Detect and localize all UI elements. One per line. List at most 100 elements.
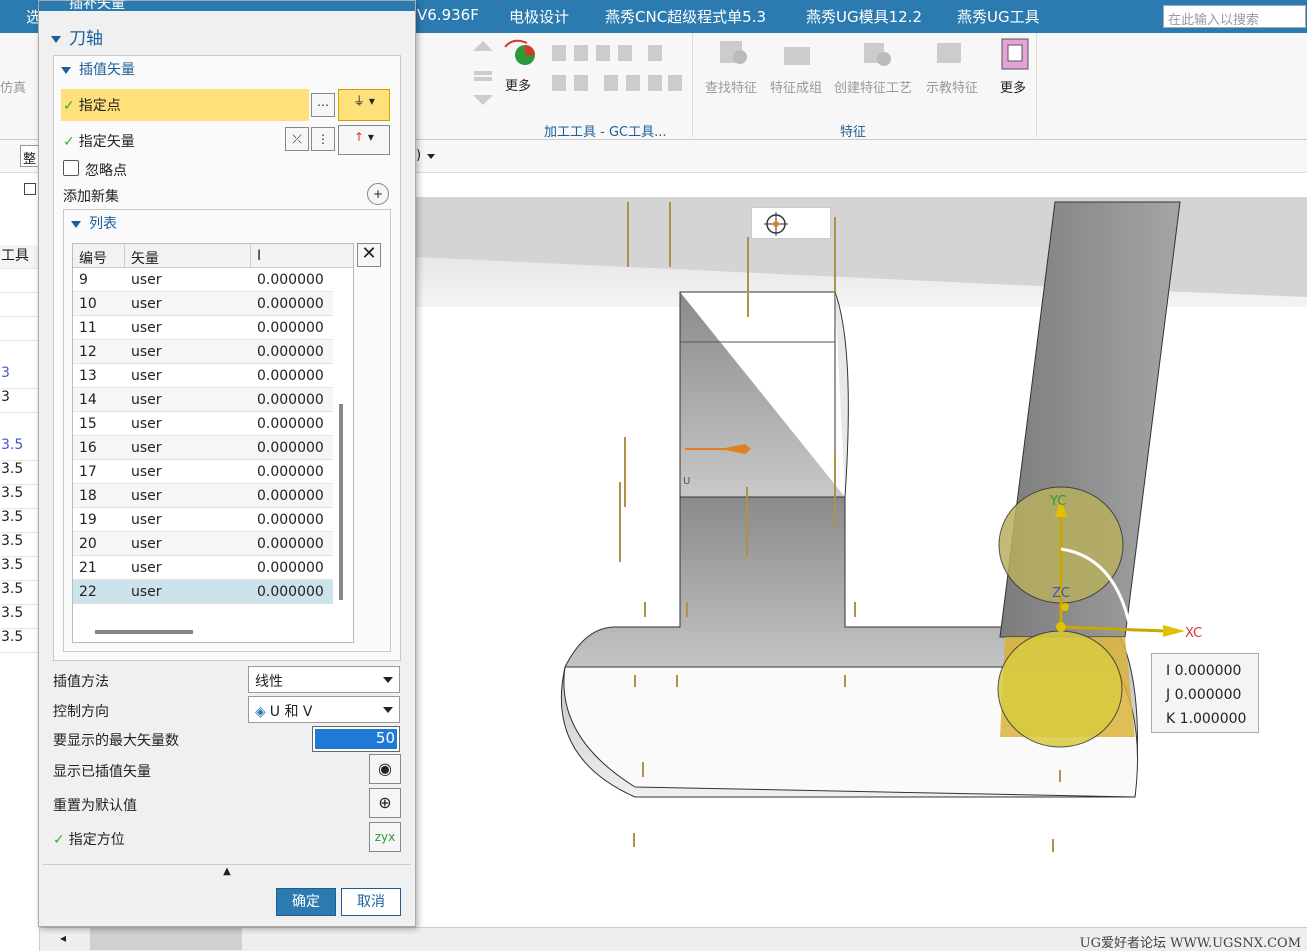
menu-item-cnc[interactable]: 燕秀CNC超级程式单5.3 [605, 6, 766, 27]
cell-no: 15 [79, 416, 97, 432]
table-row[interactable]: 11 user 0.000000 [73, 316, 333, 340]
max-vectors-input[interactable]: 50 [312, 726, 400, 752]
vertical-scrollbar[interactable] [339, 404, 343, 600]
collapse-icon [61, 66, 71, 74]
add-new-set-button[interactable]: + [367, 183, 389, 205]
table-row[interactable]: 12 user 0.000000 [73, 340, 333, 364]
point-type-dropdown[interactable]: ⏚ ▾ [338, 89, 390, 121]
control-dir-select[interactable]: ◈ U 和 V [248, 696, 400, 723]
find-feature-label[interactable]: 查找特征 [705, 77, 757, 96]
crosshair-icon[interactable] [762, 210, 790, 238]
ribbon-partial-label[interactable]: 仿真 [0, 77, 26, 96]
csys-icon[interactable]: zyx [369, 822, 401, 852]
chart-icon[interactable] [503, 37, 537, 69]
cell-vector: user [131, 488, 162, 504]
cell-vector: user [131, 296, 162, 312]
table-row[interactable]: 19 user 0.000000 [73, 508, 333, 532]
collapse-dialog-button[interactable]: ▲ [43, 864, 411, 878]
group-feature-label[interactable]: 特征成组 [770, 77, 822, 96]
section-interp[interactable]: 插值矢量 [61, 59, 135, 79]
search-input[interactable]: 在此输入以搜索 [1163, 5, 1306, 28]
navigator-row[interactable]: 3.5 [0, 557, 40, 581]
arrow-up-icon[interactable] [470, 39, 496, 69]
section-list[interactable]: 列表 [71, 213, 117, 233]
table-row[interactable]: 15 user 0.000000 [73, 412, 333, 436]
navigator-row[interactable]: 3.5 [0, 509, 40, 533]
table-row[interactable]: 9 user 0.000000 [73, 268, 333, 292]
navigator-row[interactable] [0, 317, 40, 341]
checkbox[interactable] [24, 183, 36, 195]
machining-tools-icons[interactable] [548, 43, 688, 103]
table-row[interactable]: 18 user 0.000000 [73, 484, 333, 508]
ijk-k: K 1.000000 [1166, 711, 1247, 727]
navigator-row[interactable]: 3.5 [0, 605, 40, 629]
feature-more-label[interactable]: 更多 [1000, 77, 1026, 96]
col-header-no[interactable]: 编号 [73, 244, 125, 268]
cell-i: 0.000000 [257, 344, 324, 360]
reset-icon[interactable]: ⊕ [369, 788, 401, 818]
table-row[interactable]: 21 user 0.000000 [73, 556, 333, 580]
navigator-row[interactable]: 3.5 [0, 533, 40, 557]
table-row[interactable]: 10 user 0.000000 [73, 292, 333, 316]
ignore-point-checkbox[interactable] [63, 160, 79, 176]
delete-list-button[interactable]: ✕ [357, 243, 381, 267]
navigator-row[interactable] [0, 293, 40, 317]
group-feature-icon[interactable] [782, 37, 814, 69]
navigator-row[interactable]: 3.5 [0, 461, 40, 485]
teach-feature-label[interactable]: 示教特征 [926, 77, 978, 96]
menu-item-mold[interactable]: 燕秀UG模具12.2 [806, 6, 922, 27]
section-tool-axis[interactable]: 刀轴 [51, 24, 103, 49]
table-row[interactable]: 22 user 0.000000 [73, 580, 333, 604]
table-row[interactable]: 16 user 0.000000 [73, 436, 333, 460]
create-process-label[interactable]: 创建特征工艺 [834, 77, 912, 96]
section-tool-axis-label: 刀轴 [69, 29, 103, 49]
navigator-row[interactable]: 3.5 [0, 581, 40, 605]
eye-icon[interactable]: ◉ [369, 754, 401, 784]
menu-item-electrode[interactable]: 电极设计 [509, 6, 569, 27]
navigator-row[interactable] [0, 269, 40, 293]
snap-toolbar[interactable] [751, 207, 831, 239]
table-row[interactable]: 14 user 0.000000 [73, 388, 333, 412]
model-view[interactable]: YC ZC XC U [415, 197, 1307, 927]
navigator-row[interactable]: 3.5 [0, 437, 40, 461]
col-header-vector[interactable]: 矢量 [125, 244, 251, 268]
add-new-set-label: 添加新集 [63, 189, 119, 205]
table-row[interactable]: 20 user 0.000000 [73, 532, 333, 556]
ok-button[interactable]: 确定 [276, 888, 336, 916]
vector-type-dropdown[interactable]: ↑ ▾ [338, 125, 390, 155]
menu-item-version[interactable]: V6.936F [417, 6, 479, 24]
find-feature-icon[interactable] [718, 37, 750, 69]
navigator-header: 工具 [0, 245, 40, 269]
navigator-row[interactable]: 3.5 [0, 629, 40, 653]
navigator-row[interactable]: 3 [0, 365, 40, 389]
specify-vector-text: 指定矢量 [78, 134, 135, 150]
table-row[interactable]: 13 user 0.000000 [73, 364, 333, 388]
navigator-row[interactable]: 3.5 [0, 485, 40, 509]
teach-feature-icon[interactable] [935, 37, 967, 69]
check-icon: ✓ [63, 98, 75, 114]
navigator-row[interactable]: 3 [0, 389, 40, 413]
chevron-down-icon[interactable] [427, 154, 435, 159]
scroll-segment[interactable] [90, 928, 242, 950]
chevron-down-icon [383, 677, 393, 683]
interp-method-select[interactable]: 线性 [248, 666, 400, 693]
create-process-icon[interactable] [862, 37, 894, 69]
vector-dialog-button[interactable]: ⋮ [311, 127, 335, 151]
vector-list-table[interactable]: 编号 矢量 I 9 user 0.000000 10 user 0.000000 11 use… [72, 243, 354, 643]
cancel-button[interactable]: 取消 [341, 888, 401, 916]
filter-dropdown[interactable]: 整 [20, 145, 40, 167]
reverse-direction-button[interactable]: ⤫ [285, 127, 309, 151]
scroll-left-icon[interactable]: ◂ [60, 931, 66, 945]
col-header-i[interactable]: I [251, 244, 353, 268]
more-label[interactable]: 更多 [505, 75, 531, 94]
group-machining-label[interactable]: 加工工具 - GC工具... [544, 121, 667, 140]
menu-item-tools[interactable]: 燕秀UG工具 [957, 6, 1040, 27]
arrow-down-icon[interactable] [470, 89, 496, 119]
graphics-viewport[interactable]: YC ZC XC U I 0.000000 J 0.000000 K 1.000… [415, 197, 1307, 927]
table-row[interactable]: 17 user 0.000000 [73, 460, 333, 484]
section-interp-label: 插值矢量 [79, 62, 135, 78]
horizontal-scrollbar[interactable] [95, 630, 193, 634]
feature-more-icon[interactable] [998, 37, 1032, 71]
toolbar-partial[interactable]: ) [416, 148, 421, 163]
point-dialog-button[interactable]: ⋯ [311, 93, 335, 117]
